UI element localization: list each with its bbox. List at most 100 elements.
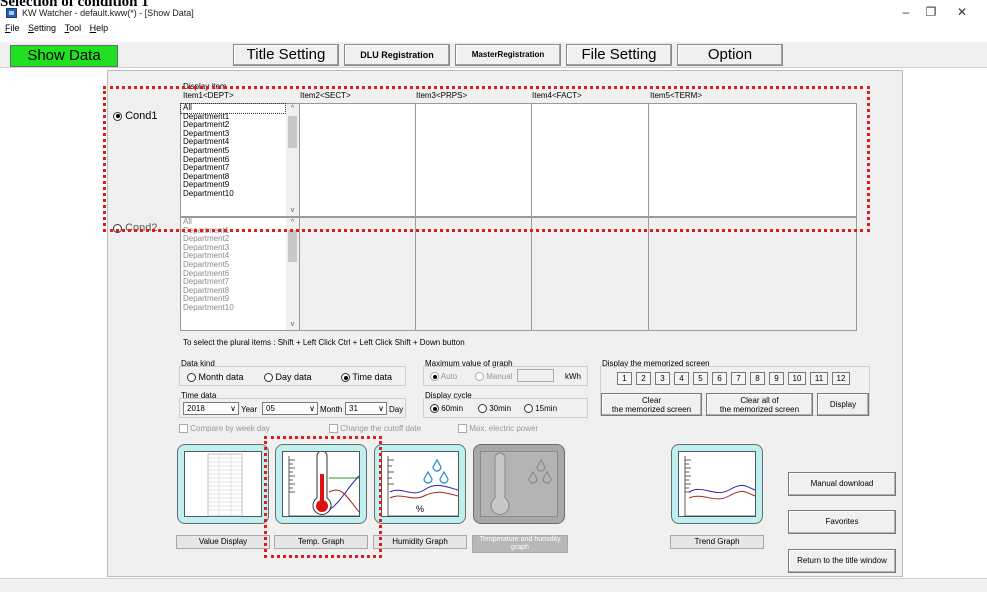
clear-memorized-button[interactable]: Clear the memorized screen (601, 393, 702, 416)
selection-hint: To select the plural items : Shift + Lef… (183, 338, 465, 347)
chevron-down-icon: ∨ (309, 404, 315, 413)
cond2-term-list[interactable] (649, 218, 856, 330)
humidity-graph-tile[interactable]: % (374, 444, 466, 524)
trend-graph-icon (678, 451, 756, 517)
temp-humidity-label[interactable]: Temperature and humidity graph (472, 535, 568, 553)
table-icon (184, 451, 262, 517)
cycle-60-label: 60min (441, 404, 464, 413)
month-data-radio[interactable] (187, 373, 196, 383)
cond2-sect-list[interactable] (300, 218, 416, 330)
time-data-radio[interactable] (341, 373, 350, 383)
memorized-slot-5[interactable]: 5 (693, 372, 708, 385)
time-data-option[interactable]: Time data (341, 372, 392, 383)
auto-label: Auto (440, 372, 458, 381)
month-data-option[interactable]: Month data (187, 372, 244, 383)
option-button[interactable]: Option (677, 44, 783, 66)
memorized-slot-11[interactable]: 11 (810, 372, 828, 385)
cycle-60-option[interactable]: 60min (430, 404, 464, 414)
cycle-30-radio[interactable] (478, 404, 487, 414)
cond2-dept-list[interactable]: All Department1 Department2 Department3 … (181, 217, 300, 330)
dlu-registration-button[interactable]: DLU Registration (344, 44, 450, 66)
month-label: Month (320, 405, 343, 414)
day-data-radio[interactable] (264, 373, 273, 383)
cycle-15-radio[interactable] (524, 404, 533, 414)
max-power-label: Max. electric power (469, 424, 539, 433)
chevron-down-icon: ∨ (378, 404, 384, 413)
svg-text:%: % (416, 504, 424, 514)
show-data-tab[interactable]: Show Data (10, 45, 118, 67)
title-setting-button[interactable]: Title Setting (233, 44, 339, 66)
memorized-slot-12[interactable]: 12 (832, 372, 850, 385)
cutoff-date-checkbox[interactable] (329, 424, 338, 434)
manual-option[interactable]: Manual (475, 372, 513, 382)
memorized-slot-9[interactable]: 9 (769, 372, 784, 385)
max-power-checkbox[interactable] (458, 424, 467, 434)
cutoff-date-option[interactable]: Change the cutoff date (329, 424, 421, 434)
value-display-label[interactable]: Value Display (176, 535, 270, 549)
memorized-slot-1[interactable]: 1 (617, 372, 632, 385)
app-icon (6, 8, 17, 18)
memorized-slot-10[interactable]: 10 (788, 372, 806, 385)
day-data-option[interactable]: Day data (264, 372, 312, 383)
temp-graph-highlight (264, 436, 382, 558)
humidity-icon: % (381, 451, 459, 517)
compare-weekday-checkbox[interactable] (179, 424, 188, 434)
favorites-button[interactable]: Favorites (788, 510, 896, 534)
restore-icon[interactable]: ❐ (921, 5, 941, 19)
month-select[interactable]: 05 ∨ (262, 402, 318, 415)
cycle-30-option[interactable]: 30min (478, 404, 512, 414)
list-item[interactable]: Department10 (181, 303, 299, 313)
thermometer-humidity-icon (480, 451, 558, 517)
cycle-15-label: 15min (535, 404, 558, 413)
scroll-down-icon[interactable]: v (286, 320, 299, 330)
file-setting-button[interactable]: File Setting (566, 44, 672, 66)
max-value-input[interactable] (517, 369, 554, 382)
memorized-slot-4[interactable]: 4 (674, 372, 689, 385)
cond2-scrollbar[interactable]: ^ v (286, 218, 299, 330)
cycle-30-label: 30min (489, 404, 512, 413)
memorized-slot-7[interactable]: 7 (731, 372, 746, 385)
memorized-slot-2[interactable]: 2 (636, 372, 651, 385)
auto-radio[interactable] (430, 372, 439, 382)
manual-download-button[interactable]: Manual download (788, 472, 896, 496)
trend-graph-tile[interactable] (671, 444, 763, 524)
memorized-slot-3[interactable]: 3 (655, 372, 670, 385)
menu-tool[interactable]: Tool (65, 23, 82, 33)
max-power-option[interactable]: Max. electric power (458, 424, 539, 434)
year-value: 2018 (187, 404, 205, 413)
scroll-thumb[interactable] (288, 230, 297, 262)
cycle-15-option[interactable]: 15min (524, 404, 558, 414)
auto-option[interactable]: Auto (430, 372, 458, 382)
manual-label: Manual (486, 372, 513, 381)
menu-setting[interactable]: Setting (28, 23, 56, 33)
day-data-label: Day data (275, 372, 312, 382)
display-button[interactable]: Display (817, 393, 869, 416)
status-bar (0, 578, 987, 592)
year-select[interactable]: 2018 ∨ (183, 402, 239, 415)
temp-humidity-tile[interactable] (473, 444, 565, 524)
master-registration-button[interactable]: MasterRegistration (455, 44, 561, 66)
memorized-slot-8[interactable]: 8 (750, 372, 765, 385)
cond2-fact-list[interactable] (532, 218, 649, 330)
cycle-60-radio[interactable] (430, 404, 439, 414)
kwh-unit: kWh (565, 372, 581, 381)
minimize-icon[interactable]: – (896, 5, 916, 19)
menu-file[interactable]: File (5, 23, 20, 33)
clear-all-memorized-button[interactable]: Clear all of the memorized screen (706, 393, 813, 416)
humidity-graph-label[interactable]: Humidity Graph (373, 535, 467, 549)
menu-help[interactable]: Help (90, 23, 109, 33)
cond2-prps-list[interactable] (416, 218, 532, 330)
day-label: Day (389, 405, 404, 414)
cond1-highlight (103, 86, 870, 232)
memorized-slot-6[interactable]: 6 (712, 372, 727, 385)
year-label: Year (241, 405, 258, 414)
trend-graph-label[interactable]: Trend Graph (670, 535, 764, 549)
compare-weekday-option[interactable]: Compare by week day (179, 424, 270, 434)
close-icon[interactable]: ✕ (952, 5, 972, 19)
cond2-grid: All Department1 Department2 Department3 … (180, 217, 857, 331)
value-display-tile[interactable] (177, 444, 269, 524)
day-value: 31 (349, 404, 358, 413)
manual-radio[interactable] (475, 372, 484, 382)
return-title-button[interactable]: Return to the title window (788, 549, 896, 573)
day-select[interactable]: 31 ∨ (345, 402, 387, 415)
